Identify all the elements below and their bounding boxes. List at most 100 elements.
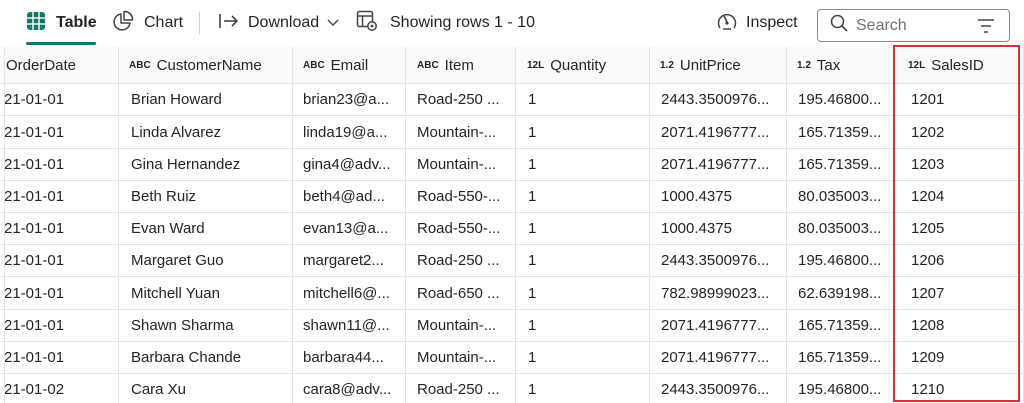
column-header-customername[interactable]: ABC CustomerName (119, 47, 293, 84)
table-cell-unitprice[interactable]: 1000.4375 (650, 213, 787, 246)
table-row[interactable]: 21-01-02 Cara Xu cara8@adv... Road-250 ... 1… (0, 374, 1024, 403)
table-cell-item[interactable]: Road-650 ... (406, 278, 516, 311)
table-cell-salesid[interactable]: 1203 (894, 149, 1024, 182)
table-cell-email[interactable]: mitchell6@... (293, 278, 406, 311)
table-cell-unitprice[interactable]: 2443.3500976... (650, 374, 787, 403)
table-cell-unitprice[interactable]: 1000.4375 (650, 181, 787, 214)
table-cell-item[interactable]: Mountain-... (406, 117, 516, 150)
table-row[interactable]: 21-01-01 Shawn Sharma shawn11@... Mountain-… (0, 310, 1024, 343)
table-cell-quantity[interactable]: 1 (516, 310, 650, 343)
table-row[interactable]: 21-01-01 Mitchell Yuan mitchell6@... Road-6… (0, 278, 1024, 311)
table-cell-quantity[interactable]: 1 (516, 213, 650, 246)
table-cell-orderdate[interactable]: 21-01-01 (0, 342, 119, 375)
table-cell-salesid[interactable]: 1208 (894, 310, 1024, 343)
table-cell-item[interactable]: Mountain-... (406, 342, 516, 375)
table-cell-quantity[interactable]: 1 (516, 181, 650, 214)
table-row[interactable]: 21-01-01 Evan Ward evan13@a... Road-550-...… (0, 213, 1024, 246)
filter-icon[interactable] (977, 18, 995, 39)
column-header-item[interactable]: ABC Item (406, 47, 516, 84)
table-cell-tax[interactable]: 195.46800... (787, 84, 894, 117)
tab-table[interactable]: Table (26, 0, 97, 46)
table-cell-salesid[interactable]: 1205 (894, 213, 1024, 246)
table-cell-tax[interactable]: 195.46800... (787, 245, 894, 278)
table-cell-salesid[interactable]: 1206 (894, 245, 1024, 278)
table-row[interactable]: 21-01-01 Margaret Guo margaret2... Road-250… (0, 245, 1024, 278)
table-cell-salesid[interactable]: 1202 (894, 117, 1024, 150)
table-cell-quantity[interactable]: 1 (516, 342, 650, 375)
table-cell-salesid[interactable]: 1201 (894, 84, 1024, 117)
column-header-salesid[interactable]: 12L SalesID (894, 47, 1024, 84)
table-cell-tax[interactable]: 165.71359... (787, 310, 894, 343)
table-row[interactable]: 21-01-01 Brian Howard brian23@a... Road-250… (0, 84, 1024, 117)
table-row[interactable]: 21-01-01 Linda Alvarez linda19@a... Mountai… (0, 117, 1024, 150)
table-cell-orderdate[interactable]: 21-01-01 (0, 117, 119, 150)
inspect-button[interactable]: Inspect (716, 0, 798, 46)
table-cell-item[interactable]: Mountain-... (406, 310, 516, 343)
table-cell-email[interactable]: brian23@a... (293, 84, 406, 117)
download-button[interactable]: Download (218, 0, 339, 46)
table-cell-item[interactable]: Road-250 ... (406, 245, 516, 278)
table-cell-tax[interactable]: 62.639198... (787, 278, 894, 311)
table-cell-item[interactable]: Road-250 ... (406, 374, 516, 403)
table-cell-unitprice[interactable]: 2443.3500976... (650, 84, 787, 117)
table-cell-orderdate[interactable]: 21-01-01 (0, 278, 119, 311)
table-cell-customername[interactable]: Evan Ward (119, 213, 293, 246)
table-cell-orderdate[interactable]: 21-01-01 (0, 149, 119, 182)
table-cell-tax[interactable]: 195.46800... (787, 374, 894, 403)
table-cell-unitprice[interactable]: 2071.4196777... (650, 117, 787, 150)
column-header-email[interactable]: ABC Email (293, 47, 406, 84)
table-cell-orderdate[interactable]: 21-01-01 (0, 310, 119, 343)
table-cell-quantity[interactable]: 1 (516, 117, 650, 150)
table-cell-salesid[interactable]: 1209 (894, 342, 1024, 375)
table-cell-salesid[interactable]: 1204 (894, 181, 1024, 214)
table-cell-email[interactable]: linda19@a... (293, 117, 406, 150)
table-cell-quantity[interactable]: 1 (516, 149, 650, 182)
table-cell-orderdate[interactable]: 21-01-01 (0, 181, 119, 214)
table-cell-unitprice[interactable]: 2071.4196777... (650, 149, 787, 182)
table-cell-item[interactable]: Road-550-... (406, 181, 516, 214)
table-cell-orderdate[interactable]: 21-01-02 (0, 374, 119, 403)
column-header-quantity[interactable]: 12L Quantity (516, 47, 650, 84)
tab-chart[interactable]: Chart (112, 0, 183, 46)
column-header-tax[interactable]: 1.2 Tax (787, 47, 894, 84)
table-cell-quantity[interactable]: 1 (516, 84, 650, 117)
table-cell-customername[interactable]: Linda Alvarez (119, 117, 293, 150)
search-input[interactable] (856, 16, 966, 35)
table-cell-salesid[interactable]: 1210 (894, 374, 1024, 403)
table-cell-email[interactable]: shawn11@... (293, 310, 406, 343)
table-cell-unitprice[interactable]: 2071.4196777... (650, 342, 787, 375)
table-cell-customername[interactable]: Barbara Chande (119, 342, 293, 375)
table-cell-customername[interactable]: Cara Xu (119, 374, 293, 403)
table-cell-email[interactable]: barbara44... (293, 342, 406, 375)
table-cell-email[interactable]: margaret2... (293, 245, 406, 278)
table-cell-tax[interactable]: 165.71359... (787, 149, 894, 182)
table-cell-salesid[interactable]: 1207 (894, 278, 1024, 311)
table-cell-email[interactable]: cara8@adv... (293, 374, 406, 403)
table-cell-orderdate[interactable]: 21-01-01 (0, 84, 119, 117)
table-cell-item[interactable]: Road-550-... (406, 213, 516, 246)
table-cell-unitprice[interactable]: 2443.3500976... (650, 245, 787, 278)
table-cell-customername[interactable]: Mitchell Yuan (119, 278, 293, 311)
column-header-orderdate[interactable]: OrderDate (0, 47, 119, 84)
table-cell-tax[interactable]: 165.71359... (787, 117, 894, 150)
table-cell-customername[interactable]: Brian Howard (119, 84, 293, 117)
table-cell-email[interactable]: beth4@ad... (293, 181, 406, 214)
table-row[interactable]: 21-01-01 Beth Ruiz beth4@ad... Road-550-...… (0, 181, 1024, 214)
table-row[interactable]: 21-01-01 Gina Hernandez gina4@adv... Mounta… (0, 149, 1024, 182)
table-cell-email[interactable]: evan13@a... (293, 213, 406, 246)
table-cell-item[interactable]: Road-250 ... (406, 84, 516, 117)
table-cell-item[interactable]: Mountain-... (406, 149, 516, 182)
table-cell-unitprice[interactable]: 2071.4196777... (650, 310, 787, 343)
table-cell-tax[interactable]: 80.035003... (787, 213, 894, 246)
table-row[interactable]: 21-01-01 Barbara Chande barbara44... Mounta… (0, 342, 1024, 375)
table-cell-tax[interactable]: 80.035003... (787, 181, 894, 214)
table-cell-tax[interactable]: 165.71359... (787, 342, 894, 375)
table-cell-unitprice[interactable]: 782.98999023... (650, 278, 787, 311)
search-box[interactable] (817, 9, 1010, 42)
table-cell-customername[interactable]: Shawn Sharma (119, 310, 293, 343)
table-cell-quantity[interactable]: 1 (516, 245, 650, 278)
column-header-unitprice[interactable]: 1.2 UnitPrice (650, 47, 787, 84)
table-cell-quantity[interactable]: 1 (516, 278, 650, 311)
table-cell-customername[interactable]: Gina Hernandez (119, 149, 293, 182)
table-cell-orderdate[interactable]: 21-01-01 (0, 213, 119, 246)
